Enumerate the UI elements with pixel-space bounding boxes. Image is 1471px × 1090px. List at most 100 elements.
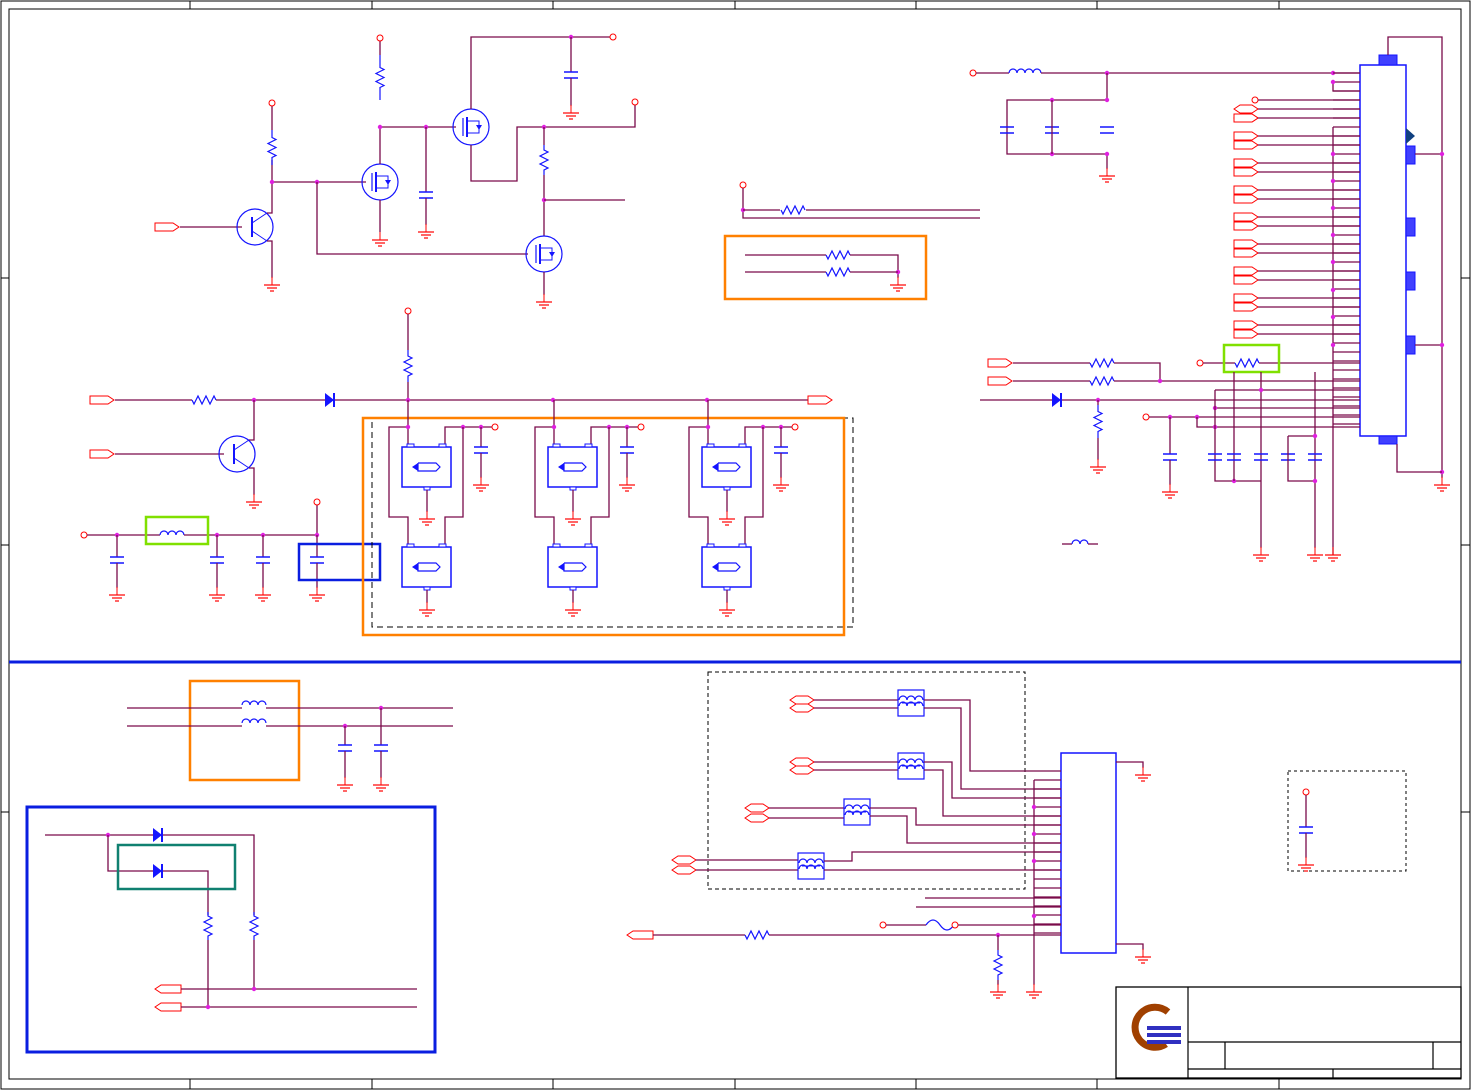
resistor-zigzag [825, 266, 851, 278]
mosfet-diode [385, 180, 391, 185]
resistor-zigzag [191, 394, 217, 406]
capacitor-icon [210, 556, 224, 564]
resistor-icon [266, 130, 278, 165]
transistor-body [236, 208, 274, 246]
resistor-icon [744, 929, 770, 941]
wire [1116, 761, 1144, 768]
resistor-icon [374, 55, 386, 100]
terminal-circle [1196, 359, 1204, 367]
ground-icon [1099, 168, 1115, 183]
junction-dot [1330, 205, 1336, 211]
terminal-circle [1302, 788, 1310, 796]
port-icon [1233, 302, 1259, 312]
ground-icon [109, 587, 125, 602]
junction-dot [551, 424, 557, 430]
highlight-box-orange [188, 679, 301, 782]
port-icon [154, 1002, 182, 1012]
resistor-zigzag [1234, 357, 1260, 369]
ground-icon [1434, 477, 1450, 492]
resistor-zigzag [248, 912, 260, 940]
resistor-icon [992, 950, 1004, 980]
terminal-circle [268, 99, 276, 107]
port-icon [154, 222, 180, 232]
junction-dot [269, 179, 275, 185]
resistor-icon [191, 394, 217, 406]
connector-body [1359, 64, 1407, 437]
resistor-icon [248, 912, 260, 940]
relay-body [547, 446, 598, 488]
inductor-coil [159, 530, 185, 536]
transistor-collector [251, 212, 268, 224]
relay-body [401, 446, 452, 488]
junction-dot [377, 124, 383, 130]
relay-pin [584, 543, 593, 548]
relay-pin [584, 443, 593, 448]
resistor-icon [780, 204, 806, 216]
capacitor-icon [620, 446, 634, 454]
relay-pin [552, 443, 561, 448]
inductor-coil [241, 700, 267, 706]
ground-icon [418, 224, 434, 239]
connector-main [1352, 54, 1416, 445]
transistor-icon [236, 208, 274, 246]
relay-pin [569, 486, 577, 491]
terminal-circle [969, 69, 977, 77]
capacitor-icon [374, 744, 388, 752]
junction-dot [1157, 378, 1163, 384]
transistor-emitter [233, 457, 250, 469]
terminal-circle [791, 423, 799, 431]
port-icon [1233, 248, 1259, 258]
title-block-frame [1115, 986, 1462, 1079]
common-mode-choke-icon [897, 689, 925, 717]
capacitor-icon [256, 556, 270, 564]
port-icon [1233, 113, 1259, 123]
fuse-icon [925, 919, 955, 931]
port-icon [1233, 104, 1259, 114]
port-icon [626, 930, 654, 940]
capacitor-icon [1100, 126, 1114, 134]
relay-pin [438, 543, 447, 548]
terminal-circle [1142, 413, 1150, 421]
port-icon [1233, 320, 1259, 330]
relay-pin [438, 443, 447, 448]
port-icon [1233, 167, 1259, 177]
relay-pin [423, 586, 431, 591]
port-icon [744, 803, 770, 813]
wire [163, 870, 209, 915]
wire [1214, 390, 1261, 482]
ground-icon [264, 277, 280, 292]
ground-icon [1135, 949, 1151, 964]
diode-icon [153, 828, 163, 842]
transistor-collector [233, 439, 250, 451]
relay-icon [547, 443, 598, 491]
capacitor-icon [564, 71, 578, 79]
relay-pin [552, 543, 561, 548]
port-icon [987, 358, 1013, 368]
ground-icon [773, 477, 789, 492]
diode-triangle [1052, 393, 1061, 407]
resistor-icon [825, 266, 851, 278]
port-icon [671, 855, 697, 865]
junction-dot [1312, 433, 1318, 439]
resistor-icon [538, 145, 550, 175]
port-icon [1233, 185, 1259, 195]
port-icon [789, 695, 815, 705]
ground-icon [719, 602, 735, 617]
terminal-circle [631, 98, 639, 106]
relay-icon [401, 543, 452, 591]
highlight-box-blue [297, 542, 382, 582]
junction-dot [1031, 804, 1037, 810]
port-icon [671, 865, 697, 875]
resistor-zigzag [1089, 357, 1115, 369]
terminal-circle [739, 181, 747, 189]
terminal-circle [404, 307, 412, 315]
junction-dot [1330, 287, 1336, 293]
port-icon [1233, 194, 1259, 204]
wire [870, 815, 1061, 844]
port-icon [1233, 212, 1259, 222]
ground-icon [419, 602, 435, 617]
junction-dot [1104, 151, 1110, 157]
port-icon [1233, 131, 1259, 141]
ground-icon [536, 294, 552, 309]
port-icon [1233, 239, 1259, 249]
